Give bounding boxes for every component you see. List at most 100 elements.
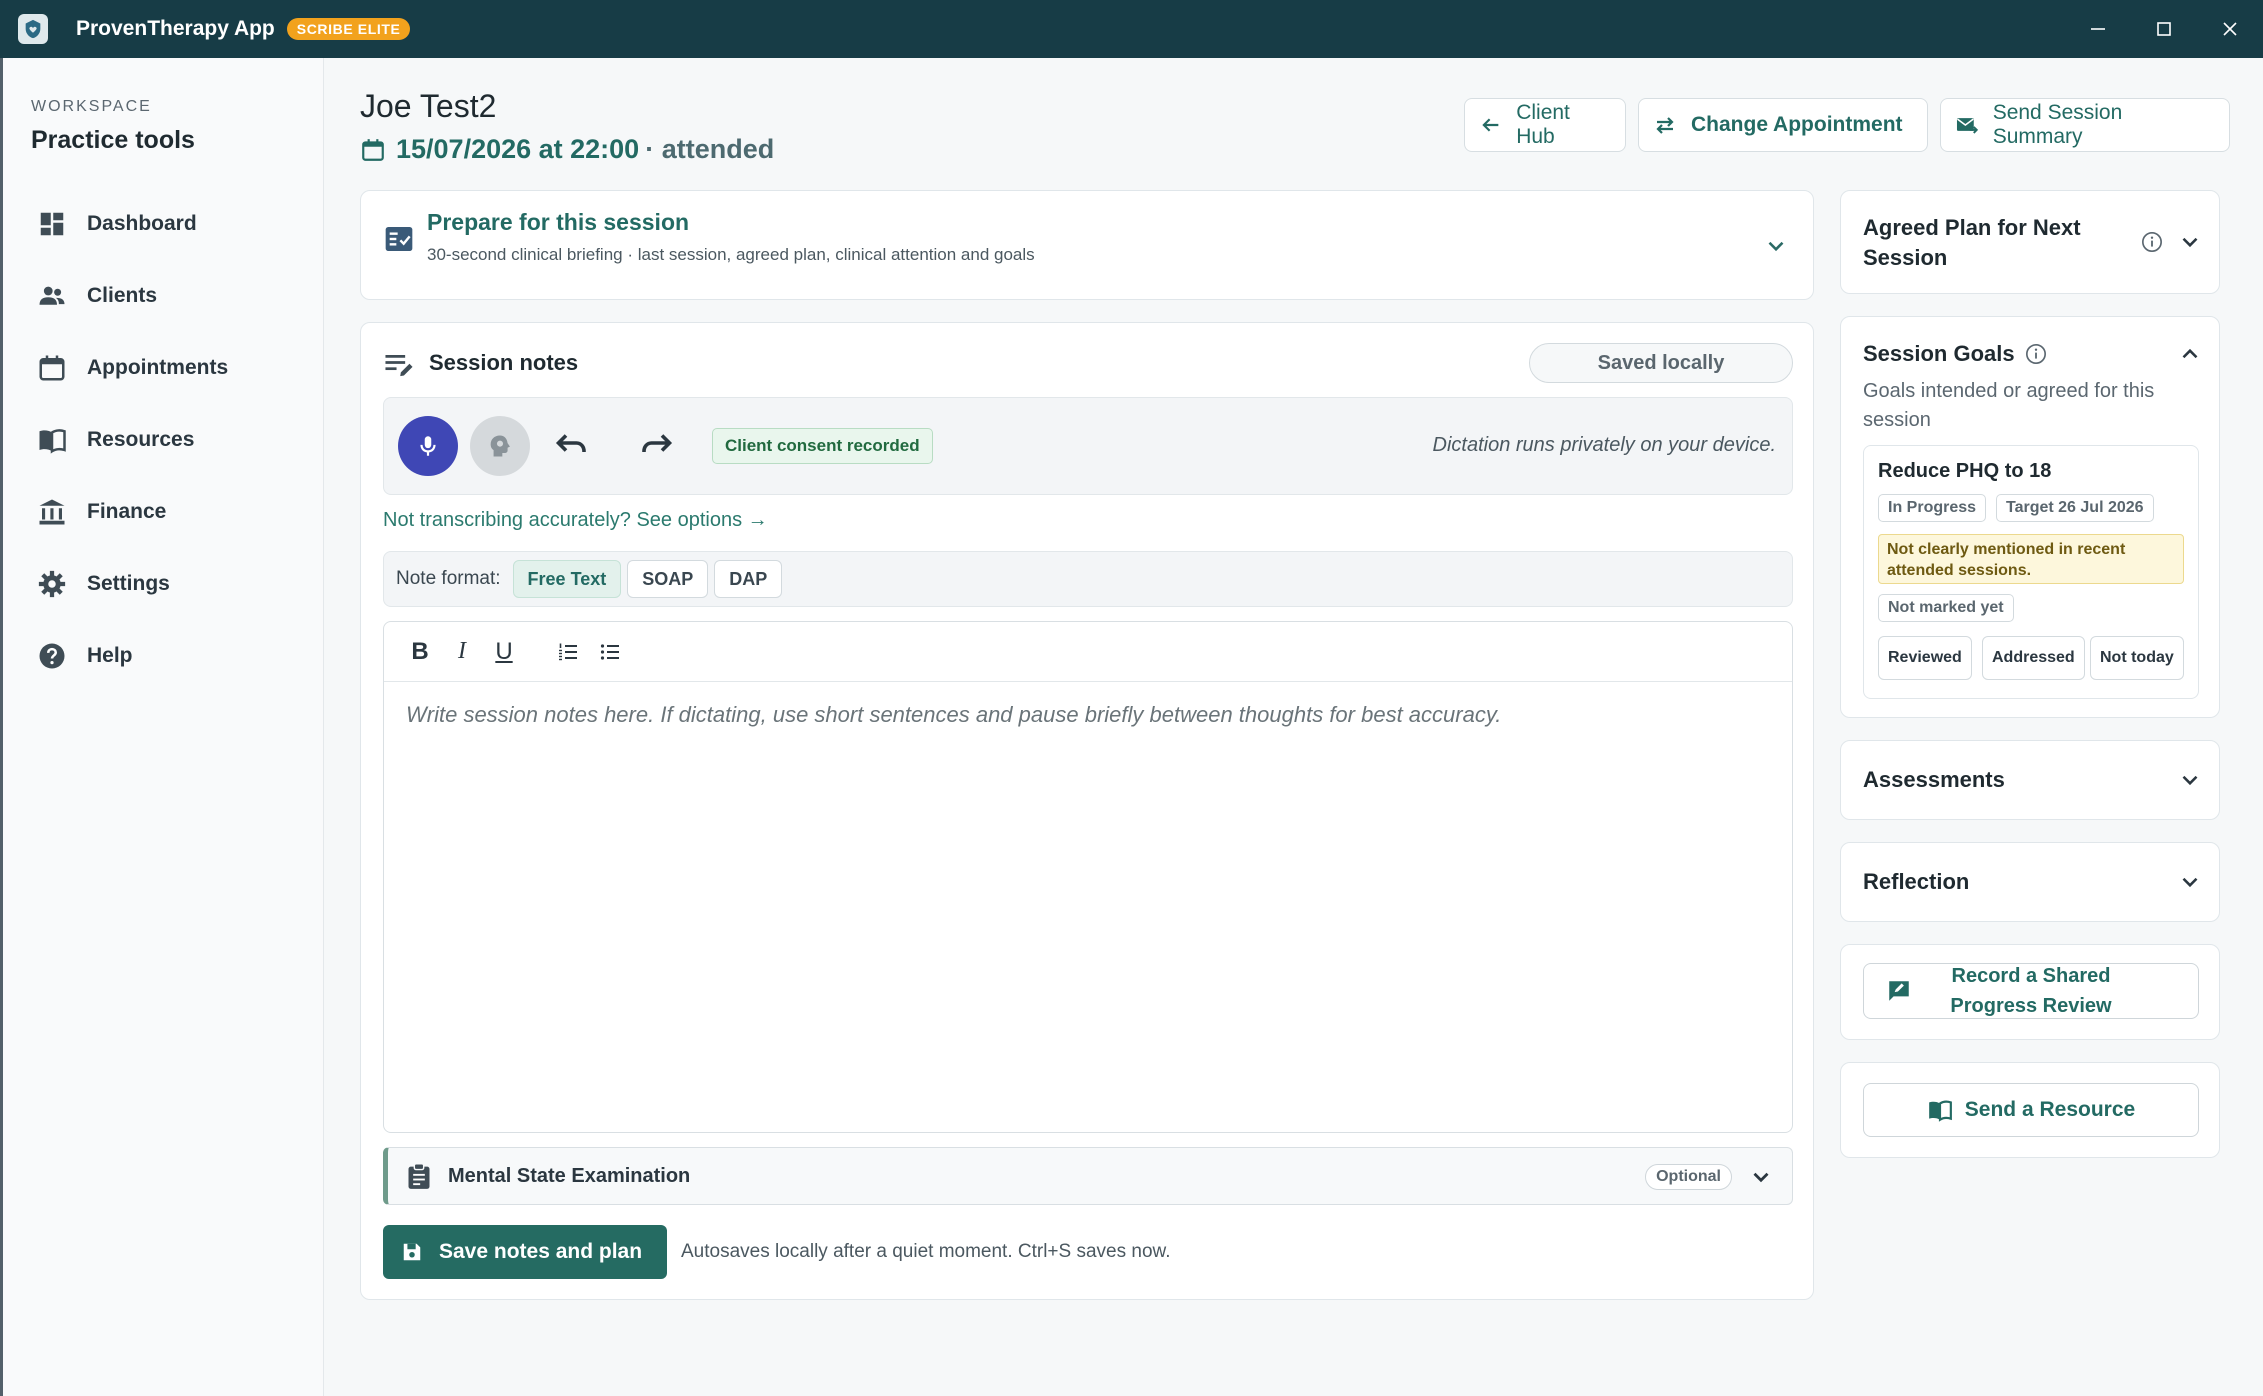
calendar-icon	[39, 355, 65, 381]
chevron-down-icon[interactable]	[2177, 229, 2203, 255]
mse-title: Mental State Examination	[448, 1164, 691, 1187]
app-logo-icon	[18, 14, 48, 44]
sidebar-item-help[interactable]: Help	[3, 620, 323, 692]
help-icon	[39, 643, 65, 669]
notes-editor[interactable]: B I U Write session notes here. If dicta…	[383, 621, 1793, 1133]
bullet-list-button[interactable]	[594, 636, 626, 668]
maximize-button[interactable]	[2131, 0, 2197, 58]
close-button[interactable]	[2197, 0, 2263, 58]
sidebar-item-resources[interactable]: Resources	[3, 404, 323, 476]
email-send-icon	[1956, 118, 1979, 134]
appointment-date: 15/07/2026 at 22:00	[396, 134, 640, 164]
people-icon	[39, 286, 65, 305]
mental-state-exam-section[interactable]: Mental State Examination Optional	[383, 1147, 1793, 1205]
notes-edit-icon	[385, 355, 413, 377]
record-progress-review-button[interactable]: Record a Shared Progress Review	[1863, 963, 2199, 1019]
bold-button[interactable]: B	[404, 636, 436, 668]
session-goals-subtitle: Goals intended or agreed for this sessio…	[1863, 380, 2155, 431]
calendar-icon	[362, 138, 384, 161]
underline-button[interactable]: U	[488, 636, 520, 668]
session-goals-title: Session Goals	[1863, 341, 2015, 366]
sidebar-item-label: Dashboard	[87, 212, 197, 235]
microphone-icon	[420, 436, 436, 456]
sidebar: WORKSPACE Practice tools Dashboard Clien…	[0, 58, 324, 1396]
save-status-badge: Saved locally	[1529, 343, 1793, 383]
goal-addressed-button[interactable]: Addressed	[1982, 636, 2085, 680]
feedback-icon	[1889, 981, 1909, 1001]
note-format-label: Note format:	[396, 568, 501, 589]
client-name: Joe Test2	[360, 88, 497, 124]
dictation-bar: Client consent recorded Dictation runs p…	[383, 397, 1793, 495]
minimize-button[interactable]	[2065, 0, 2131, 58]
goal-warning: Not clearly mentioned in recent attended…	[1878, 534, 2184, 584]
assessments-title: Assessments	[1863, 767, 2005, 792]
prepare-subtitle: 30-second clinical briefing · last sessi…	[427, 245, 1035, 264]
floppy-disk-icon	[403, 1243, 421, 1261]
prepare-session-card[interactable]: Prepare for this session 30-second clini…	[360, 190, 1814, 300]
sidebar-item-settings[interactable]: Settings	[3, 548, 323, 620]
bullet-list-icon	[600, 643, 619, 660]
sidebar-item-appointments[interactable]: Appointments	[3, 332, 323, 404]
note-format-bar: Note format: Free Text SOAP DAP	[383, 551, 1793, 607]
chevron-down-icon[interactable]	[2177, 767, 2203, 793]
session-goals-card: Session Goals Goals intended or agreed f…	[1840, 316, 2220, 718]
session-notes-title: Session notes	[429, 350, 579, 375]
goal-marked-badge: Not marked yet	[1878, 594, 2014, 622]
transcription-options-link[interactable]: Not transcribing accurately? See options…	[383, 509, 768, 532]
agreed-plan-card[interactable]: Agreed Plan for Next Session	[1840, 190, 2220, 294]
prepare-title: Prepare for this session	[427, 209, 690, 235]
client-hub-button[interactable]: Client Hub	[1464, 98, 1626, 152]
arrow-left-icon	[1482, 118, 1499, 132]
reflection-title: Reflection	[1863, 869, 1970, 894]
sidebar-item-label: Finance	[87, 500, 167, 523]
send-resource-button[interactable]: Send a Resource	[1863, 1083, 2199, 1137]
numbered-list-button[interactable]	[552, 636, 584, 668]
chevron-down-icon[interactable]	[2177, 869, 2203, 895]
chevron-down-icon[interactable]	[1763, 233, 1789, 259]
clipboard-icon	[408, 1163, 430, 1189]
send-summary-button[interactable]: Send Session Summary	[1940, 98, 2230, 152]
appointment-status: · attended	[645, 134, 775, 164]
checklist-icon	[385, 227, 413, 251]
reflection-card[interactable]: Reflection	[1840, 842, 2220, 922]
sidebar-item-label: Clients	[87, 284, 158, 307]
sidebar-item-clients[interactable]: Clients	[3, 260, 323, 332]
plan-badge: SCRIBE ELITE	[286, 18, 411, 40]
title-bar: ProvenTherapy App SCRIBE ELITE	[0, 0, 2263, 58]
dictate-button[interactable]	[398, 416, 458, 476]
chevron-down-icon[interactable]	[1748, 1164, 1774, 1190]
brain-head-icon	[490, 435, 510, 457]
save-notes-button[interactable]: Save notes and plan	[383, 1225, 667, 1279]
format-dap-button[interactable]: DAP	[714, 560, 783, 598]
workspace-label: WORKSPACE	[31, 98, 152, 115]
notes-editor-placeholder[interactable]: Write session notes here. If dictating, …	[384, 682, 1792, 748]
progress-review-card: Record a Shared Progress Review	[1840, 944, 2220, 1040]
numbered-list-icon	[559, 643, 577, 660]
change-appointment-button[interactable]: Change Appointment	[1638, 98, 1928, 152]
redo-icon[interactable]	[638, 428, 674, 464]
dictation-privacy-note: Dictation runs privately on your device.	[1432, 434, 1777, 456]
ai-assist-button[interactable]	[470, 416, 530, 476]
undo-icon[interactable]	[554, 428, 590, 464]
editor-toolbar: B I U	[384, 622, 1792, 682]
dashboard-icon	[40, 212, 64, 236]
workspace-title: Practice tools	[31, 126, 195, 154]
session-notes-card: Session notes Saved locally Client conse…	[360, 322, 1814, 1300]
goal-reviewed-button[interactable]: Reviewed	[1878, 636, 1972, 680]
sidebar-item-finance[interactable]: Finance	[3, 476, 323, 548]
info-icon[interactable]	[2141, 231, 2163, 253]
format-soap-button[interactable]: SOAP	[627, 560, 709, 598]
assessments-card[interactable]: Assessments	[1840, 740, 2220, 820]
italic-button[interactable]: I	[446, 636, 478, 668]
gear-icon	[38, 570, 66, 598]
optional-badge: Optional	[1645, 1164, 1732, 1190]
sidebar-item-label: Appointments	[87, 356, 229, 379]
format-free-text-button[interactable]: Free Text	[512, 560, 622, 598]
goal-status-badge: In Progress	[1878, 494, 1987, 522]
book-icon	[1928, 1100, 1952, 1122]
sidebar-item-dashboard[interactable]: Dashboard	[3, 188, 323, 260]
chevron-up-icon[interactable]	[2177, 341, 2203, 367]
info-icon[interactable]	[2025, 343, 2047, 365]
appointment-line: 15/07/2026 at 22:00 · attended	[360, 134, 774, 165]
goal-not-today-button[interactable]: Not today	[2090, 636, 2184, 680]
